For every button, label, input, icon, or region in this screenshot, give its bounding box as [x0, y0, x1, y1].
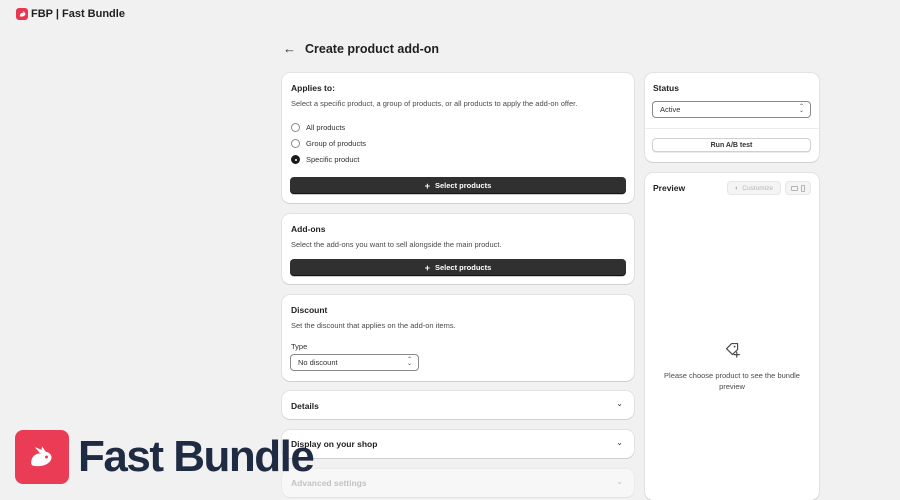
top-bar: FBP | Fast Bundle — [0, 0, 900, 28]
select-value: No discount — [298, 358, 338, 367]
status-card: Status Active ⌃ ⌄ Run A/B test — [645, 73, 819, 162]
page-title: Create product add-on — [305, 42, 440, 56]
tag-plus-icon — [724, 341, 741, 363]
select-addon-products-button[interactable]: + Select products — [290, 259, 626, 276]
discount-title: Discount — [291, 305, 328, 315]
select-value: Active — [660, 105, 681, 114]
brand-name: Fast Bundle — [78, 432, 315, 481]
preview-card: Preview ◐ Customize Please choose produc… — [645, 173, 819, 500]
brand-overlay: Fast Bundle — [15, 430, 315, 484]
app-logo-icon — [16, 8, 28, 20]
display-section[interactable]: Display on your shop ⌄ — [282, 430, 634, 458]
desktop-icon[interactable] — [790, 185, 798, 191]
select-chevrons-icon: ⌃ ⌄ — [406, 357, 412, 367]
radio-specific-product[interactable]: Specific product — [291, 155, 359, 164]
discount-type-select[interactable]: No discount ⌃ ⌄ — [290, 354, 419, 371]
details-title: Details — [291, 401, 319, 411]
palette-icon: ◐ — [735, 184, 740, 192]
device-toggle[interactable] — [785, 181, 811, 195]
mobile-icon[interactable] — [801, 184, 806, 192]
page-header: ← Create product add-on — [283, 42, 440, 57]
discount-card: Discount Set the discount that applies o… — [282, 295, 634, 381]
addons-description: Select the add-ons you want to sell alon… — [291, 240, 502, 249]
rabbit-logo-icon — [15, 430, 69, 484]
advanced-section[interactable]: Advanced settings ⌄ — [282, 469, 634, 497]
status-title: Status — [653, 83, 679, 93]
radio-button[interactable] — [291, 123, 300, 132]
radio-label: Specific product — [306, 155, 360, 164]
radio-all-products[interactable]: All products — [291, 123, 345, 132]
button-label: Select products — [435, 181, 492, 190]
discount-description: Set the discount that applies on the add… — [291, 321, 456, 330]
chevron-down-icon[interactable]: ⌄ — [616, 399, 623, 408]
button-label: Run A/B test — [710, 141, 753, 149]
radio-button-checked[interactable] — [291, 155, 300, 164]
button-label: Customize — [742, 184, 773, 192]
status-divider — [645, 128, 819, 129]
applies-to-description: Select a specific product, a group of pr… — [291, 99, 578, 108]
addons-title: Add-ons — [291, 224, 326, 234]
button-label: Select products — [435, 263, 492, 272]
arrow-left-icon[interactable]: ← — [283, 42, 296, 56]
details-section[interactable]: Details ⌄ — [282, 391, 634, 419]
app-title: FBP | Fast Bundle — [31, 8, 125, 20]
preview-title: Preview — [653, 183, 686, 193]
chevron-down-icon[interactable]: ⌄ — [616, 477, 623, 486]
preview-empty-text: Please choose product to see the bundle … — [664, 371, 800, 391]
run-ab-test-button[interactable]: Run A/B test — [652, 138, 811, 152]
radio-button[interactable] — [291, 139, 300, 148]
applies-to-card: Applies to: Select a specific product, a… — [282, 73, 634, 203]
plus-icon: + — [424, 262, 430, 273]
addons-card: Add-ons Select the add-ons you want to s… — [282, 214, 634, 284]
select-chevrons-icon: ⌃ ⌄ — [798, 104, 804, 114]
select-products-button[interactable]: + Select products — [290, 177, 626, 194]
applies-to-title: Applies to: — [291, 83, 335, 93]
radio-label: All products — [306, 123, 346, 132]
discount-type-label: Type — [291, 342, 308, 351]
radio-group-of-products[interactable]: Group of products — [291, 139, 366, 148]
customize-button[interactable]: ◐ Customize — [727, 181, 781, 195]
plus-icon: + — [424, 180, 430, 191]
status-select[interactable]: Active ⌃ ⌄ — [652, 101, 811, 118]
radio-label: Group of products — [306, 139, 367, 148]
chevron-down-icon[interactable]: ⌄ — [616, 438, 623, 447]
